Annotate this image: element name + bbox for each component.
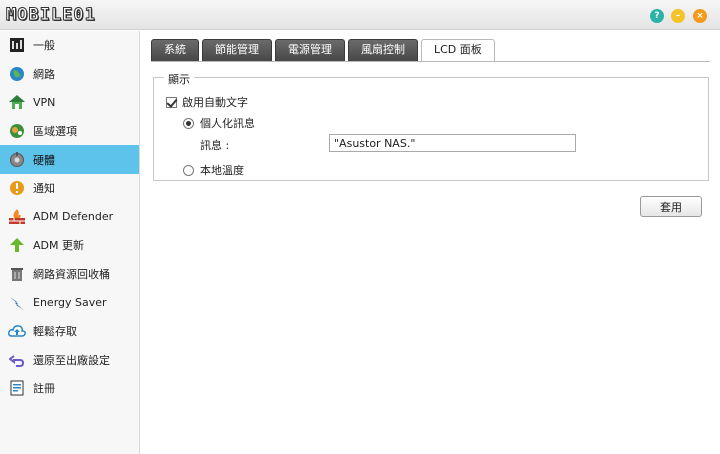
tab-system[interactable]: 系統 [151, 39, 199, 61]
sidebar-item-label: 一般 [33, 39, 55, 53]
sidebar-item-easy-access[interactable]: 輕鬆存取 [0, 317, 139, 346]
region-icon [8, 122, 26, 140]
local-temperature-radio[interactable] [183, 164, 194, 176]
sidebar-item-label: 網路 [33, 67, 55, 81]
display-panel: 顯示 啟用自動文字 個人化訊息 訊息 : 本地溫度 [153, 71, 709, 181]
local-temperature-row: 本地溫度 [183, 162, 244, 178]
sidebar-item-label: ADM 更新 [33, 239, 84, 253]
sidebar-item-notification[interactable]: 通知 [0, 174, 139, 203]
tab-power-management[interactable]: 電源管理 [275, 39, 345, 61]
tab-fan-control[interactable]: 風扇控制 [348, 39, 418, 61]
close-button[interactable]: × [693, 9, 707, 23]
sidebar-item-label: ADM Defender [33, 210, 114, 224]
panel-title: 顯示 [164, 71, 194, 87]
sidebar-item-recycle-bin[interactable]: 網路資源回收桶 [0, 260, 139, 289]
message-label: 訊息 : [200, 139, 230, 152]
sidebar-item-hardware[interactable]: 硬體 [0, 145, 139, 174]
firewall-icon [8, 208, 26, 226]
sidebar-item-label: 輕鬆存取 [33, 325, 77, 339]
sidebar-item-label: 通知 [33, 182, 55, 196]
vpn-house-icon [8, 93, 26, 111]
sidebar-item-register[interactable]: 註冊 [0, 374, 139, 403]
enable-auto-text-row: 啟用自動文字 [166, 94, 248, 110]
sidebar-item-general[interactable]: 一般 [0, 31, 139, 60]
sidebar-item-energy-saver[interactable]: Energy Saver [0, 288, 139, 317]
tab-lcd-panel[interactable]: LCD 面板 [421, 39, 495, 62]
enable-auto-text-label: 啟用自動文字 [182, 96, 248, 109]
sidebar-item-label: 硬體 [33, 153, 55, 167]
tab-bar: 系統 節能管理 電源管理 風扇控制 LCD 面板 [151, 39, 495, 62]
sidebar-item-factory-reset[interactable]: 還原至出廠設定 [0, 346, 139, 375]
sidebar-item-adm-update[interactable]: ADM 更新 [0, 231, 139, 260]
sidebar-item-label: 區域選項 [33, 125, 77, 139]
energy-bolt-icon [8, 294, 26, 312]
personal-message-radio[interactable] [183, 117, 194, 129]
recycle-bin-icon [8, 265, 26, 283]
notification-icon [8, 179, 26, 197]
minimize-button[interactable]: – [671, 9, 685, 23]
sidebar: 一般 網路 VPN 區域選項 硬體 通知 ADM Defender ADM 更新… [0, 31, 140, 454]
restore-icon [8, 351, 26, 369]
sidebar-item-network[interactable]: 網路 [0, 60, 139, 89]
sidebar-item-vpn[interactable]: VPN [0, 88, 139, 117]
general-icon [8, 36, 26, 54]
message-input[interactable] [329, 134, 576, 152]
hardware-icon [8, 151, 26, 169]
apply-button[interactable]: 套用 [640, 196, 702, 217]
title-bar: MOBILE01 ? – × [0, 0, 720, 30]
enable-auto-text-checkbox[interactable] [166, 96, 177, 108]
personal-message-label: 個人化訊息 [200, 117, 255, 130]
message-label-row: 訊息 : [200, 137, 229, 153]
sidebar-item-adm-defender[interactable]: ADM Defender [0, 203, 139, 232]
sidebar-item-label: 還原至出廠設定 [33, 353, 110, 367]
sidebar-item-label: Energy Saver [33, 296, 107, 310]
personal-message-row: 個人化訊息 [183, 115, 255, 131]
register-icon [8, 379, 26, 397]
main-content: 系統 節能管理 電源管理 風扇控制 LCD 面板 顯示 啟用自動文字 個人化訊息… [141, 31, 720, 454]
sidebar-item-region[interactable]: 區域選項 [0, 117, 139, 146]
tab-power-saving[interactable]: 節能管理 [202, 39, 272, 61]
help-button[interactable]: ? [650, 9, 664, 23]
update-arrow-icon [8, 236, 26, 254]
sidebar-item-label: VPN [33, 95, 56, 109]
cloud-upload-icon [8, 322, 26, 340]
sidebar-item-label: 註冊 [33, 382, 55, 396]
tab-divider [151, 61, 710, 62]
app-logo: MOBILE01 [6, 5, 96, 26]
sidebar-item-label: 網路資源回收桶 [33, 268, 110, 282]
local-temperature-label: 本地溫度 [200, 164, 244, 177]
globe-icon [8, 65, 26, 83]
